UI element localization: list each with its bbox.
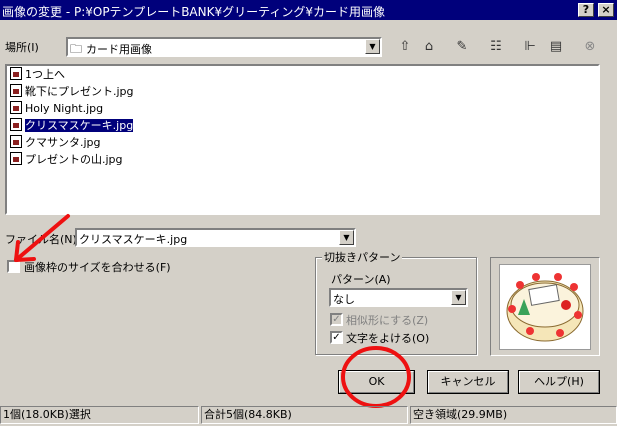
help-title-button[interactable]: ?: [578, 3, 594, 17]
red-circle-annotation: [341, 346, 411, 408]
location-label: 場所(I): [5, 41, 39, 54]
list-item[interactable]: 靴下にプレゼント.jpg: [10, 84, 134, 100]
list-item[interactable]: Holy Night.jpg: [10, 101, 103, 117]
image-file-icon: [10, 152, 22, 165]
desktop-icon[interactable]: ⌂: [419, 38, 439, 56]
image-file-icon: [10, 84, 22, 97]
filename-input[interactable]: クリスマスケーキ.jpg ▼: [75, 228, 356, 247]
window-title: 画像の変更 - P:¥OPテンプレートBANK¥グリーティング¥カード用画像: [2, 5, 386, 19]
list-item[interactable]: クマサンタ.jpg: [10, 135, 101, 151]
pattern-value: なし: [333, 293, 355, 306]
new-folder-icon[interactable]: ✎: [452, 38, 472, 56]
red-arrow-annotation: [14, 214, 70, 262]
avoid-text-checkbox[interactable]: ✓: [330, 331, 343, 344]
cake-illustration: [506, 273, 584, 342]
crop-group-title: 切抜きパターン: [322, 249, 403, 265]
status-free-space: 空き領域(29.9MB): [410, 406, 617, 424]
up-arrow-icon: [10, 67, 22, 80]
folder-icon: 🗀: [70, 42, 83, 56]
similar-checkbox: ✓: [330, 313, 343, 326]
list-view-icon[interactable]: ☷: [486, 38, 506, 56]
preview-image: [499, 264, 591, 350]
filename-value: クリスマスケーキ.jpg: [79, 233, 188, 246]
similar-checkbox-label: 相似形にする(Z): [346, 314, 429, 327]
preview-icon[interactable]: ▤: [546, 38, 566, 56]
image-file-icon: [10, 101, 22, 114]
status-selected: 1個(18.0KB)選択: [0, 406, 199, 424]
title-bar: 画像の変更 - P:¥OPテンプレートBANK¥グリーティング¥カード用画像 ?…: [0, 0, 617, 20]
file-list[interactable]: 1つ上へ 靴下にプレゼント.jpg Holy Night.jpg クリスマスケー…: [5, 64, 600, 215]
chevron-down-icon[interactable]: ▼: [365, 39, 380, 54]
list-item[interactable]: 1つ上へ: [10, 67, 65, 83]
image-file-icon: [10, 118, 22, 131]
help-button[interactable]: ヘルプ(H): [518, 370, 600, 394]
list-item-selected[interactable]: クリスマスケーキ.jpg: [10, 118, 135, 134]
location-value: カード用画像: [86, 43, 152, 56]
close-button[interactable]: ×: [598, 3, 614, 17]
up-folder-icon[interactable]: ⇧: [395, 38, 415, 56]
list-item[interactable]: プレゼントの山.jpg: [10, 152, 123, 168]
disabled-icon: ⊗: [584, 39, 596, 54]
location-dropdown[interactable]: 🗀 カード用画像 ▼: [66, 37, 382, 57]
cancel-button[interactable]: キャンセル: [427, 370, 509, 394]
image-file-icon: [10, 135, 22, 148]
pattern-label: パターン(A): [331, 273, 391, 286]
pattern-dropdown[interactable]: なし ▼: [329, 288, 468, 307]
chevron-down-icon[interactable]: ▼: [451, 290, 466, 305]
chevron-down-icon[interactable]: ▼: [339, 230, 354, 245]
details-view-icon[interactable]: ⊩: [520, 38, 540, 56]
status-total: 合計5個(84.8KB): [201, 406, 408, 424]
preview-frame: [490, 257, 600, 356]
